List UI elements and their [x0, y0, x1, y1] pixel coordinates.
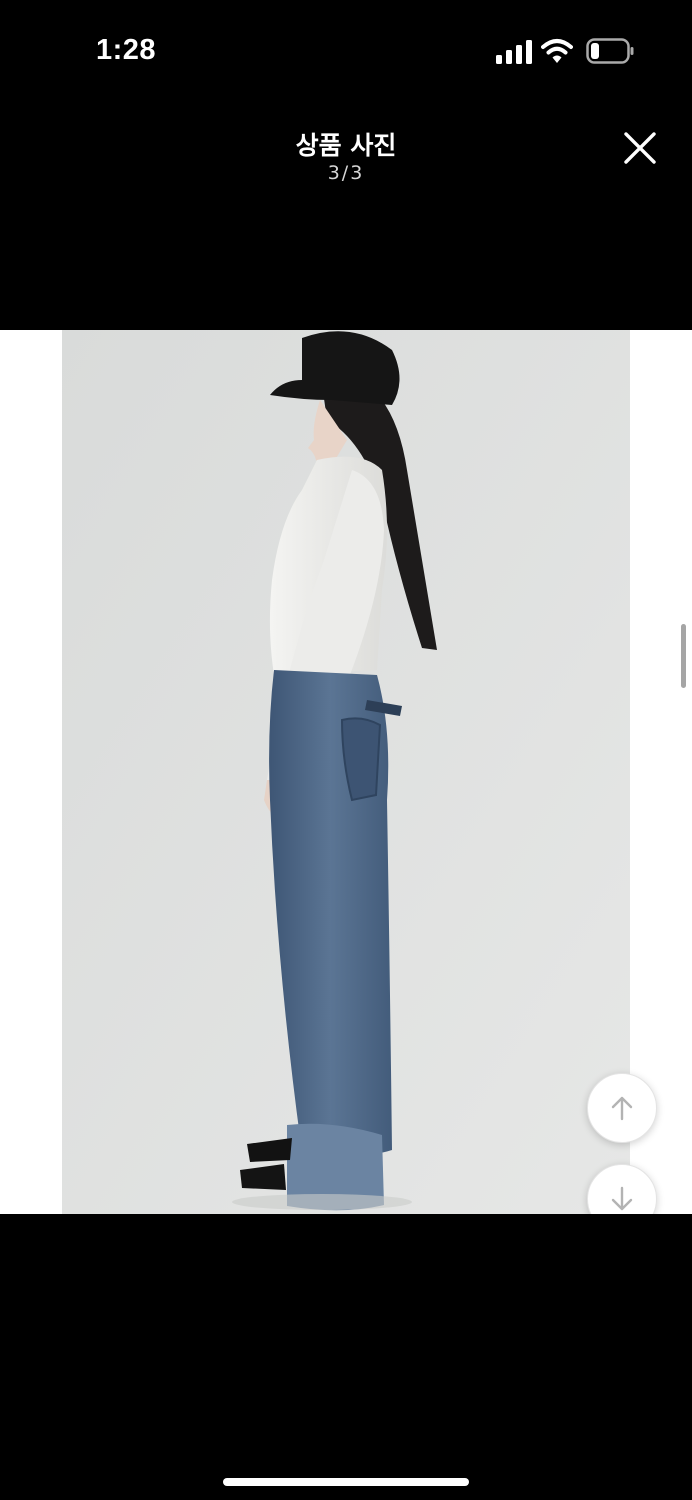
close-button[interactable] — [618, 126, 662, 170]
status-time: 1:28 — [96, 34, 157, 66]
close-icon — [624, 132, 656, 164]
home-indicator[interactable] — [223, 1478, 469, 1486]
wifi-icon — [541, 39, 573, 63]
photo-viewer[interactable] — [0, 330, 692, 1214]
status-bar: 1:28 — [0, 0, 692, 100]
scroll-up-button[interactable] — [587, 1073, 657, 1143]
arrow-up-icon — [611, 1096, 633, 1121]
signal-icon — [496, 40, 532, 64]
photo-counter: 3/3 — [327, 162, 365, 184]
battery-icon — [586, 38, 634, 64]
arrow-down-icon — [611, 1186, 633, 1211]
scroll-indicator[interactable] — [681, 624, 686, 688]
product-photo[interactable] — [62, 330, 630, 1214]
page-title: 상품 사진 — [295, 131, 397, 160]
